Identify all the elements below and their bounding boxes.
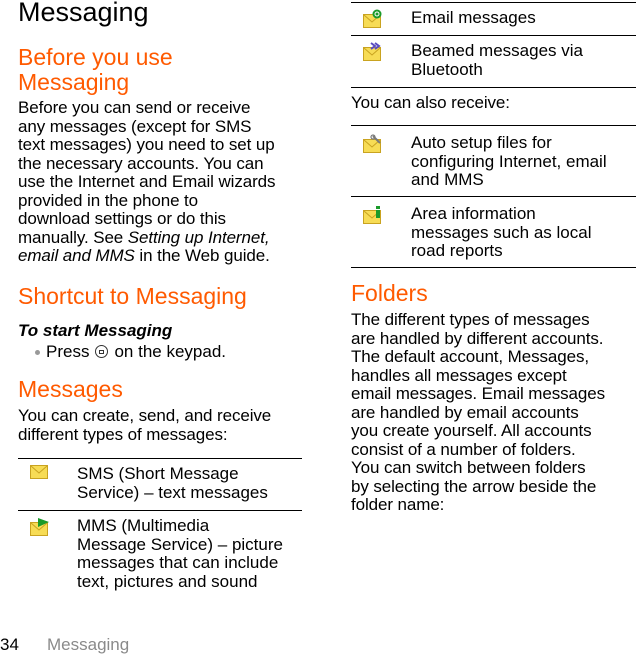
text-line: Service) – text messages [77,482,268,502]
text-line: road reports [411,241,503,260]
bullet-step: Press on the keypad. [35,342,226,361]
web-guide-reference: Setting up Internet, [127,227,270,247]
heading-messages: Messages [18,376,123,402]
heading-line: Before you use [18,44,173,70]
folders-paragraph: The different types of messages are hand… [351,310,636,515]
text-line: messages that can include [77,553,279,572]
page-title: Messaging [18,0,149,27]
text-line: The different types of messages [351,310,590,329]
text-line: The default account, Messages, [351,347,589,366]
message-type-row: MMS (Multimedia Message Service) – pictu… [18,511,302,601]
text-line: Auto setup files for [411,133,552,152]
message-type-row: Email messages [351,3,636,35]
message-type-row: SMS (Short Message Service) – text messa… [18,459,302,510]
heading-before-you-use: Before you use Messaging [18,45,173,95]
text-line: text messages) you need to set up [18,135,275,154]
table-divider [351,267,636,268]
bluetooth-envelope-icon [363,42,385,61]
web-guide-reference: email and MMS [18,246,135,265]
text-line: download settings or do this [18,209,226,228]
text-line: Before you can send or receive [18,98,251,117]
text-line: manually. See [18,227,128,247]
text-line: folder name: [351,495,445,514]
table-divider [351,87,636,88]
text-line: text, pictures and sound [77,571,258,591]
text-line: Message Service) – picture [77,534,283,554]
page-number: 34 [0,635,19,654]
subheading-to-start: To start Messaging [18,321,173,340]
text-line: different types of messages: [18,424,228,444]
text-line: the necessary accounts. You can [18,153,264,173]
message-type-row: Beamed messages via Bluetooth [351,36,636,87]
heading-folders: Folders [351,280,428,306]
text-line: You can create, send, and receive [18,406,272,425]
heading-line: Messaging [18,69,130,95]
text-line: messages such as local [411,222,592,242]
text-line: configuring Internet, email [411,151,607,171]
text-line: SMS (Short Message [77,464,239,483]
text-line: in the Web guide. [134,246,270,265]
message-key-icon [95,345,109,358]
text-line: Area information [411,204,536,223]
area-info-envelope-icon [363,205,385,224]
text-line: use the Internet and Email wizards [18,172,276,191]
step-text: on the keypad. [114,342,226,361]
step-text: Press [46,342,90,361]
text-line: handles all messages except [351,365,567,385]
text-line: You can switch between folders [351,458,586,477]
email-envelope-icon [363,9,385,28]
message-type-row: Auto setup files for configuring Interne… [351,126,636,196]
text-line: email messages. Email messages [351,384,605,403]
text-line: consist of a number of folders. [351,439,576,459]
text-line: provided in the phone to [18,190,199,210]
before-use-paragraph: Before you can send or receive any messa… [18,98,308,266]
footer-section-title: Messaging [47,635,130,654]
text-line: by selecting the arrow beside the [351,476,597,496]
text-line: and MMS [411,170,484,189]
text-line: are handled by different accounts. [351,328,604,348]
text-line: Bluetooth [411,59,483,79]
text-line: Beamed messages via [411,41,583,60]
bullet-icon [35,350,40,355]
mms-envelope-icon [30,517,52,536]
text-line: are handled by email accounts [351,402,579,422]
also-receive-text: You can also receive: [351,93,510,112]
auto-setup-envelope-icon [363,134,385,153]
text-line: Email messages [411,8,536,27]
text-line: MMS (Multimedia [77,516,210,535]
messages-intro: You can create, send, and receive differ… [18,406,308,444]
text-line: any messages (except for SMS [18,116,252,136]
sms-envelope-icon [30,465,52,483]
heading-shortcut: Shortcut to Messaging [18,283,247,309]
text-line: you create yourself. All accounts [351,421,592,440]
message-type-row: Area information messages such as local … [351,197,636,267]
